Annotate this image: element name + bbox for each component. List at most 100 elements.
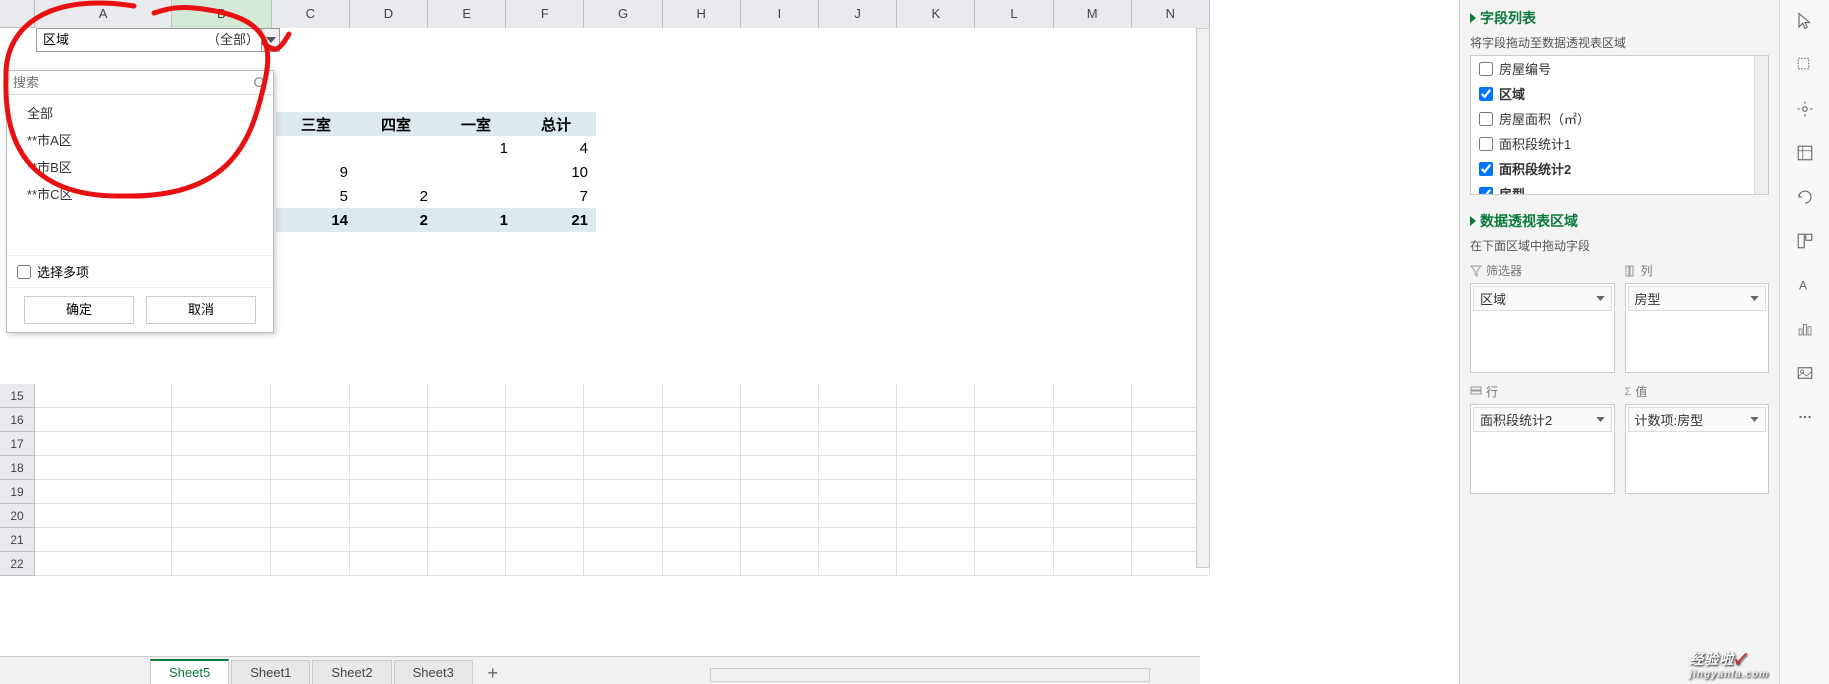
column-header-M[interactable]: M bbox=[1054, 0, 1132, 28]
cell-L16[interactable] bbox=[975, 408, 1053, 432]
cell-D22[interactable] bbox=[350, 552, 428, 576]
cell-H21[interactable] bbox=[663, 528, 741, 552]
cell-F16[interactable] bbox=[506, 408, 584, 432]
cell-K17[interactable] bbox=[897, 432, 975, 456]
cell-M20[interactable] bbox=[1054, 504, 1132, 528]
column-header-L[interactable]: L bbox=[975, 0, 1053, 28]
cancel-button[interactable]: 取消 bbox=[146, 296, 256, 324]
cell-H22[interactable] bbox=[663, 552, 741, 576]
row-header-19[interactable]: 19 bbox=[0, 480, 35, 504]
cell-B18[interactable] bbox=[172, 456, 272, 480]
row-header-18[interactable]: 18 bbox=[0, 456, 35, 480]
cell-F21[interactable] bbox=[506, 528, 584, 552]
column-header-D[interactable]: D bbox=[350, 0, 428, 28]
cell-M16[interactable] bbox=[1054, 408, 1132, 432]
row-header-17[interactable]: 17 bbox=[0, 432, 35, 456]
text-icon[interactable]: A bbox=[1794, 274, 1816, 296]
cell-A22[interactable] bbox=[35, 552, 172, 576]
row-header-21[interactable]: 21 bbox=[0, 528, 35, 552]
multi-select-checkbox[interactable] bbox=[17, 265, 31, 279]
field-row-5[interactable]: 房型 bbox=[1471, 181, 1768, 195]
cell-K20[interactable] bbox=[897, 504, 975, 528]
cell-D18[interactable] bbox=[350, 456, 428, 480]
cell-F20[interactable] bbox=[506, 504, 584, 528]
cell-E21[interactable] bbox=[428, 528, 506, 552]
cell-D15[interactable] bbox=[350, 384, 428, 408]
cell-E20[interactable] bbox=[428, 504, 506, 528]
cell-G18[interactable] bbox=[584, 456, 662, 480]
cell-I22[interactable] bbox=[741, 552, 819, 576]
cell-L22[interactable] bbox=[975, 552, 1053, 576]
pivot-cell[interactable]: 2 bbox=[356, 184, 436, 208]
field-checkbox[interactable] bbox=[1479, 87, 1493, 101]
cell-I15[interactable] bbox=[741, 384, 819, 408]
cell-B15[interactable] bbox=[172, 384, 272, 408]
column-header-H[interactable]: H bbox=[663, 0, 741, 28]
cell-A21[interactable] bbox=[35, 528, 172, 552]
pivot-cell[interactable]: 5 bbox=[276, 184, 356, 208]
cell-J18[interactable] bbox=[819, 456, 897, 480]
cell-F17[interactable] bbox=[506, 432, 584, 456]
pivot-total-cell[interactable]: 1 bbox=[436, 208, 516, 232]
cell-H17[interactable] bbox=[663, 432, 741, 456]
dropdown-item-1[interactable]: **市A区 bbox=[7, 126, 273, 153]
cell-M18[interactable] bbox=[1054, 456, 1132, 480]
cell-C19[interactable] bbox=[271, 480, 349, 504]
dropdown-item-0[interactable]: 全部 bbox=[7, 99, 273, 126]
cell-J15[interactable] bbox=[819, 384, 897, 408]
column-header-A[interactable]: A bbox=[35, 0, 172, 28]
cell-K22[interactable] bbox=[897, 552, 975, 576]
cell-C20[interactable] bbox=[271, 504, 349, 528]
column-header-B[interactable]: B bbox=[172, 0, 272, 28]
row-header-16[interactable]: 16 bbox=[0, 408, 35, 432]
field-checkbox[interactable] bbox=[1479, 162, 1493, 176]
field-list-box[interactable]: 房屋编号区域房屋面积（㎡）面积段统计1面积段统计2房型 bbox=[1470, 55, 1769, 195]
field-checkbox[interactable] bbox=[1479, 187, 1493, 196]
cell-D21[interactable] bbox=[350, 528, 428, 552]
cell-J22[interactable] bbox=[819, 552, 897, 576]
column-header-E[interactable]: E bbox=[428, 0, 506, 28]
cell-A18[interactable] bbox=[35, 456, 172, 480]
cell-F18[interactable] bbox=[506, 456, 584, 480]
pivot-col-header[interactable]: 一室 bbox=[436, 112, 516, 136]
table-icon[interactable] bbox=[1794, 142, 1816, 164]
pivot-cell[interactable] bbox=[436, 184, 516, 208]
pivot-total-cell[interactable]: 14 bbox=[276, 208, 356, 232]
cell-B20[interactable] bbox=[172, 504, 272, 528]
cell-J20[interactable] bbox=[819, 504, 897, 528]
column-header-C[interactable]: C bbox=[272, 0, 350, 28]
field-row-4[interactable]: 面积段统计2 bbox=[1471, 156, 1768, 181]
pivot-total-cell[interactable]: 2 bbox=[356, 208, 436, 232]
cell-K15[interactable] bbox=[897, 384, 975, 408]
cell-G16[interactable] bbox=[584, 408, 662, 432]
cell-M21[interactable] bbox=[1054, 528, 1132, 552]
sheet-tab-Sheet3[interactable]: Sheet3 bbox=[394, 660, 473, 684]
dropdown-item-2[interactable]: **市B区 bbox=[7, 153, 273, 180]
value-area-box[interactable]: 计数项:房型 bbox=[1625, 404, 1770, 494]
pivot-filter-dropdown-button[interactable] bbox=[261, 29, 279, 51]
settings-icon[interactable] bbox=[1794, 98, 1816, 120]
pivot-cell[interactable] bbox=[276, 136, 356, 160]
cell-H15[interactable] bbox=[663, 384, 741, 408]
refresh-icon[interactable] bbox=[1794, 186, 1816, 208]
select-icon[interactable] bbox=[1794, 54, 1816, 76]
cell-K21[interactable] bbox=[897, 528, 975, 552]
filter-area-box[interactable]: 区域 bbox=[1470, 283, 1615, 373]
cell-I17[interactable] bbox=[741, 432, 819, 456]
cell-J17[interactable] bbox=[819, 432, 897, 456]
cell-M15[interactable] bbox=[1054, 384, 1132, 408]
cell-D19[interactable] bbox=[350, 480, 428, 504]
pivot-col-header[interactable]: 总计 bbox=[516, 112, 596, 136]
filter-area-item[interactable]: 区域 bbox=[1473, 286, 1612, 311]
cell-A16[interactable] bbox=[35, 408, 172, 432]
cell-B17[interactable] bbox=[172, 432, 272, 456]
column-header-I[interactable]: I bbox=[741, 0, 819, 28]
cell-C16[interactable] bbox=[271, 408, 349, 432]
cell-J21[interactable] bbox=[819, 528, 897, 552]
more-icon[interactable] bbox=[1794, 406, 1816, 428]
cell-K19[interactable] bbox=[897, 480, 975, 504]
cell-F19[interactable] bbox=[506, 480, 584, 504]
pivot-cell[interactable] bbox=[436, 160, 516, 184]
cell-I20[interactable] bbox=[741, 504, 819, 528]
cell-G20[interactable] bbox=[584, 504, 662, 528]
